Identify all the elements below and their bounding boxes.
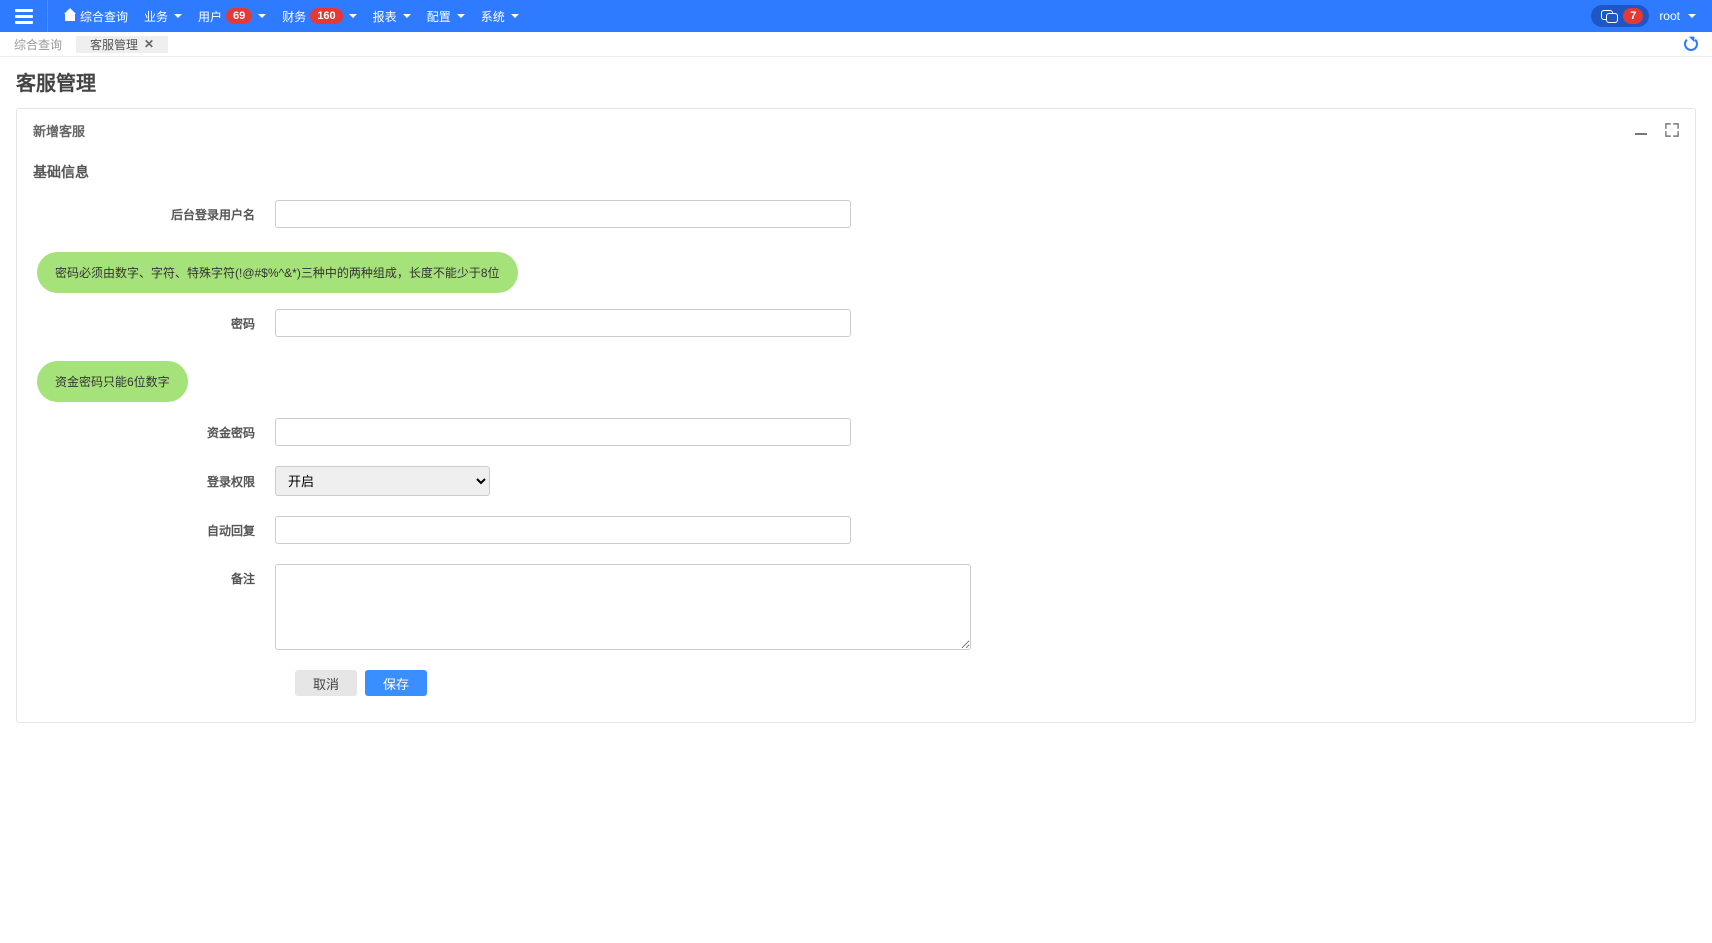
home-icon: [64, 11, 76, 21]
nav-item-label: 业务: [144, 8, 168, 25]
hint-fund-password: 资金密码只能6位数字: [37, 361, 188, 402]
chevron-down-icon: [349, 14, 357, 18]
chevron-down-icon: [1688, 14, 1696, 18]
button-label: 取消: [313, 674, 339, 693]
chevron-down-icon: [457, 14, 465, 18]
user-name: root: [1659, 9, 1680, 23]
panel-tools: [1635, 123, 1679, 138]
tab-customer-service[interactable]: 客服管理 ✕: [76, 36, 168, 53]
cancel-button[interactable]: 取消: [295, 670, 357, 696]
tab-overview[interactable]: 综合查询: [0, 36, 76, 53]
tabstrip: 综合查询 客服管理 ✕: [0, 32, 1712, 57]
tab-label: 综合查询: [14, 36, 62, 53]
tabstrip-right: [1670, 37, 1712, 51]
row-auto-reply: 自动回复: [33, 516, 1679, 544]
expand-icon: [1665, 123, 1679, 137]
nav-item-label: 报表: [373, 8, 397, 25]
nav-badge-finance: 160: [310, 8, 342, 24]
hamburger-menu-button[interactable]: [0, 0, 48, 32]
nav-home[interactable]: 综合查询: [48, 0, 136, 32]
input-username[interactable]: [275, 200, 851, 228]
input-password[interactable]: [275, 309, 851, 337]
refresh-icon[interactable]: [1684, 37, 1698, 51]
hint-password: 密码必须由数字、字符、特殊字符(!@#$%^&*)三种中的两种组成，长度不能少于…: [37, 252, 518, 293]
form-actions: 取消 保存: [33, 670, 1679, 696]
nav-item-label: 系统: [481, 8, 505, 25]
chat-badge: 7: [1623, 8, 1643, 24]
button-label: 保存: [383, 674, 409, 693]
panel-collapse-button[interactable]: [1635, 123, 1647, 138]
input-fund-password[interactable]: [275, 418, 851, 446]
tabstrip-left: 综合查询 客服管理 ✕: [0, 36, 168, 53]
label-remark: 备注: [33, 564, 275, 587]
nav-item-business[interactable]: 业务: [136, 0, 190, 32]
tab-close-icon[interactable]: ✕: [144, 37, 154, 51]
hamburger-icon: [15, 9, 33, 24]
label-login-permission: 登录权限: [33, 473, 275, 490]
nav-left: 综合查询 业务 用户 69 财务 160 报表 配置 系统: [0, 0, 527, 32]
nav-item-system[interactable]: 系统: [473, 0, 527, 32]
nav-right: 7 root: [1591, 5, 1712, 27]
nav-item-label: 用户: [198, 8, 222, 25]
label-username: 后台登录用户名: [33, 206, 275, 223]
nav-item-label: 财务: [282, 8, 306, 25]
nav-item-reports[interactable]: 报表: [365, 0, 419, 32]
chat-button[interactable]: 7: [1591, 5, 1649, 27]
textarea-remark[interactable]: [275, 564, 971, 650]
chevron-down-icon: [174, 14, 182, 18]
input-auto-reply[interactable]: [275, 516, 851, 544]
page-title: 客服管理: [0, 57, 1712, 102]
row-remark: 备注: [33, 564, 1679, 650]
save-button[interactable]: 保存: [365, 670, 427, 696]
select-login-permission[interactable]: 开启: [275, 466, 490, 496]
chevron-down-icon: [511, 14, 519, 18]
nav-home-label: 综合查询: [80, 8, 128, 25]
panel-new-agent: 新增客服 基础信息 后台登录用户名 密码必须由数字、字符、特殊字符(!@#$%^…: [16, 108, 1696, 723]
nav-item-users[interactable]: 用户 69: [190, 0, 274, 32]
row-username: 后台登录用户名: [33, 200, 1679, 228]
panel-expand-button[interactable]: [1665, 123, 1679, 138]
row-password: 密码: [33, 309, 1679, 337]
panel-title: 新增客服: [33, 121, 85, 140]
panel-body: 基础信息 后台登录用户名 密码必须由数字、字符、特殊字符(!@#$%^&*)三种…: [17, 146, 1695, 722]
row-fund-password: 资金密码: [33, 418, 1679, 446]
panel-header: 新增客服: [17, 109, 1695, 146]
nav-item-label: 配置: [427, 8, 451, 25]
label-password: 密码: [33, 315, 275, 332]
chevron-down-icon: [403, 14, 411, 18]
top-navbar: 综合查询 业务 用户 69 财务 160 报表 配置 系统: [0, 0, 1712, 32]
minus-icon: [1635, 133, 1647, 135]
tab-label: 客服管理: [90, 36, 138, 53]
nav-item-finance[interactable]: 财务 160: [274, 0, 364, 32]
label-fund-password: 资金密码: [33, 424, 275, 441]
label-auto-reply: 自动回复: [33, 522, 275, 539]
section-title: 基础信息: [33, 162, 1679, 182]
user-menu[interactable]: root: [1659, 9, 1696, 23]
nav-item-config[interactable]: 配置: [419, 0, 473, 32]
row-login-permission: 登录权限 开启: [33, 466, 1679, 496]
chat-icon: [1601, 10, 1617, 22]
chevron-down-icon: [258, 14, 266, 18]
nav-badge-users: 69: [226, 8, 252, 24]
